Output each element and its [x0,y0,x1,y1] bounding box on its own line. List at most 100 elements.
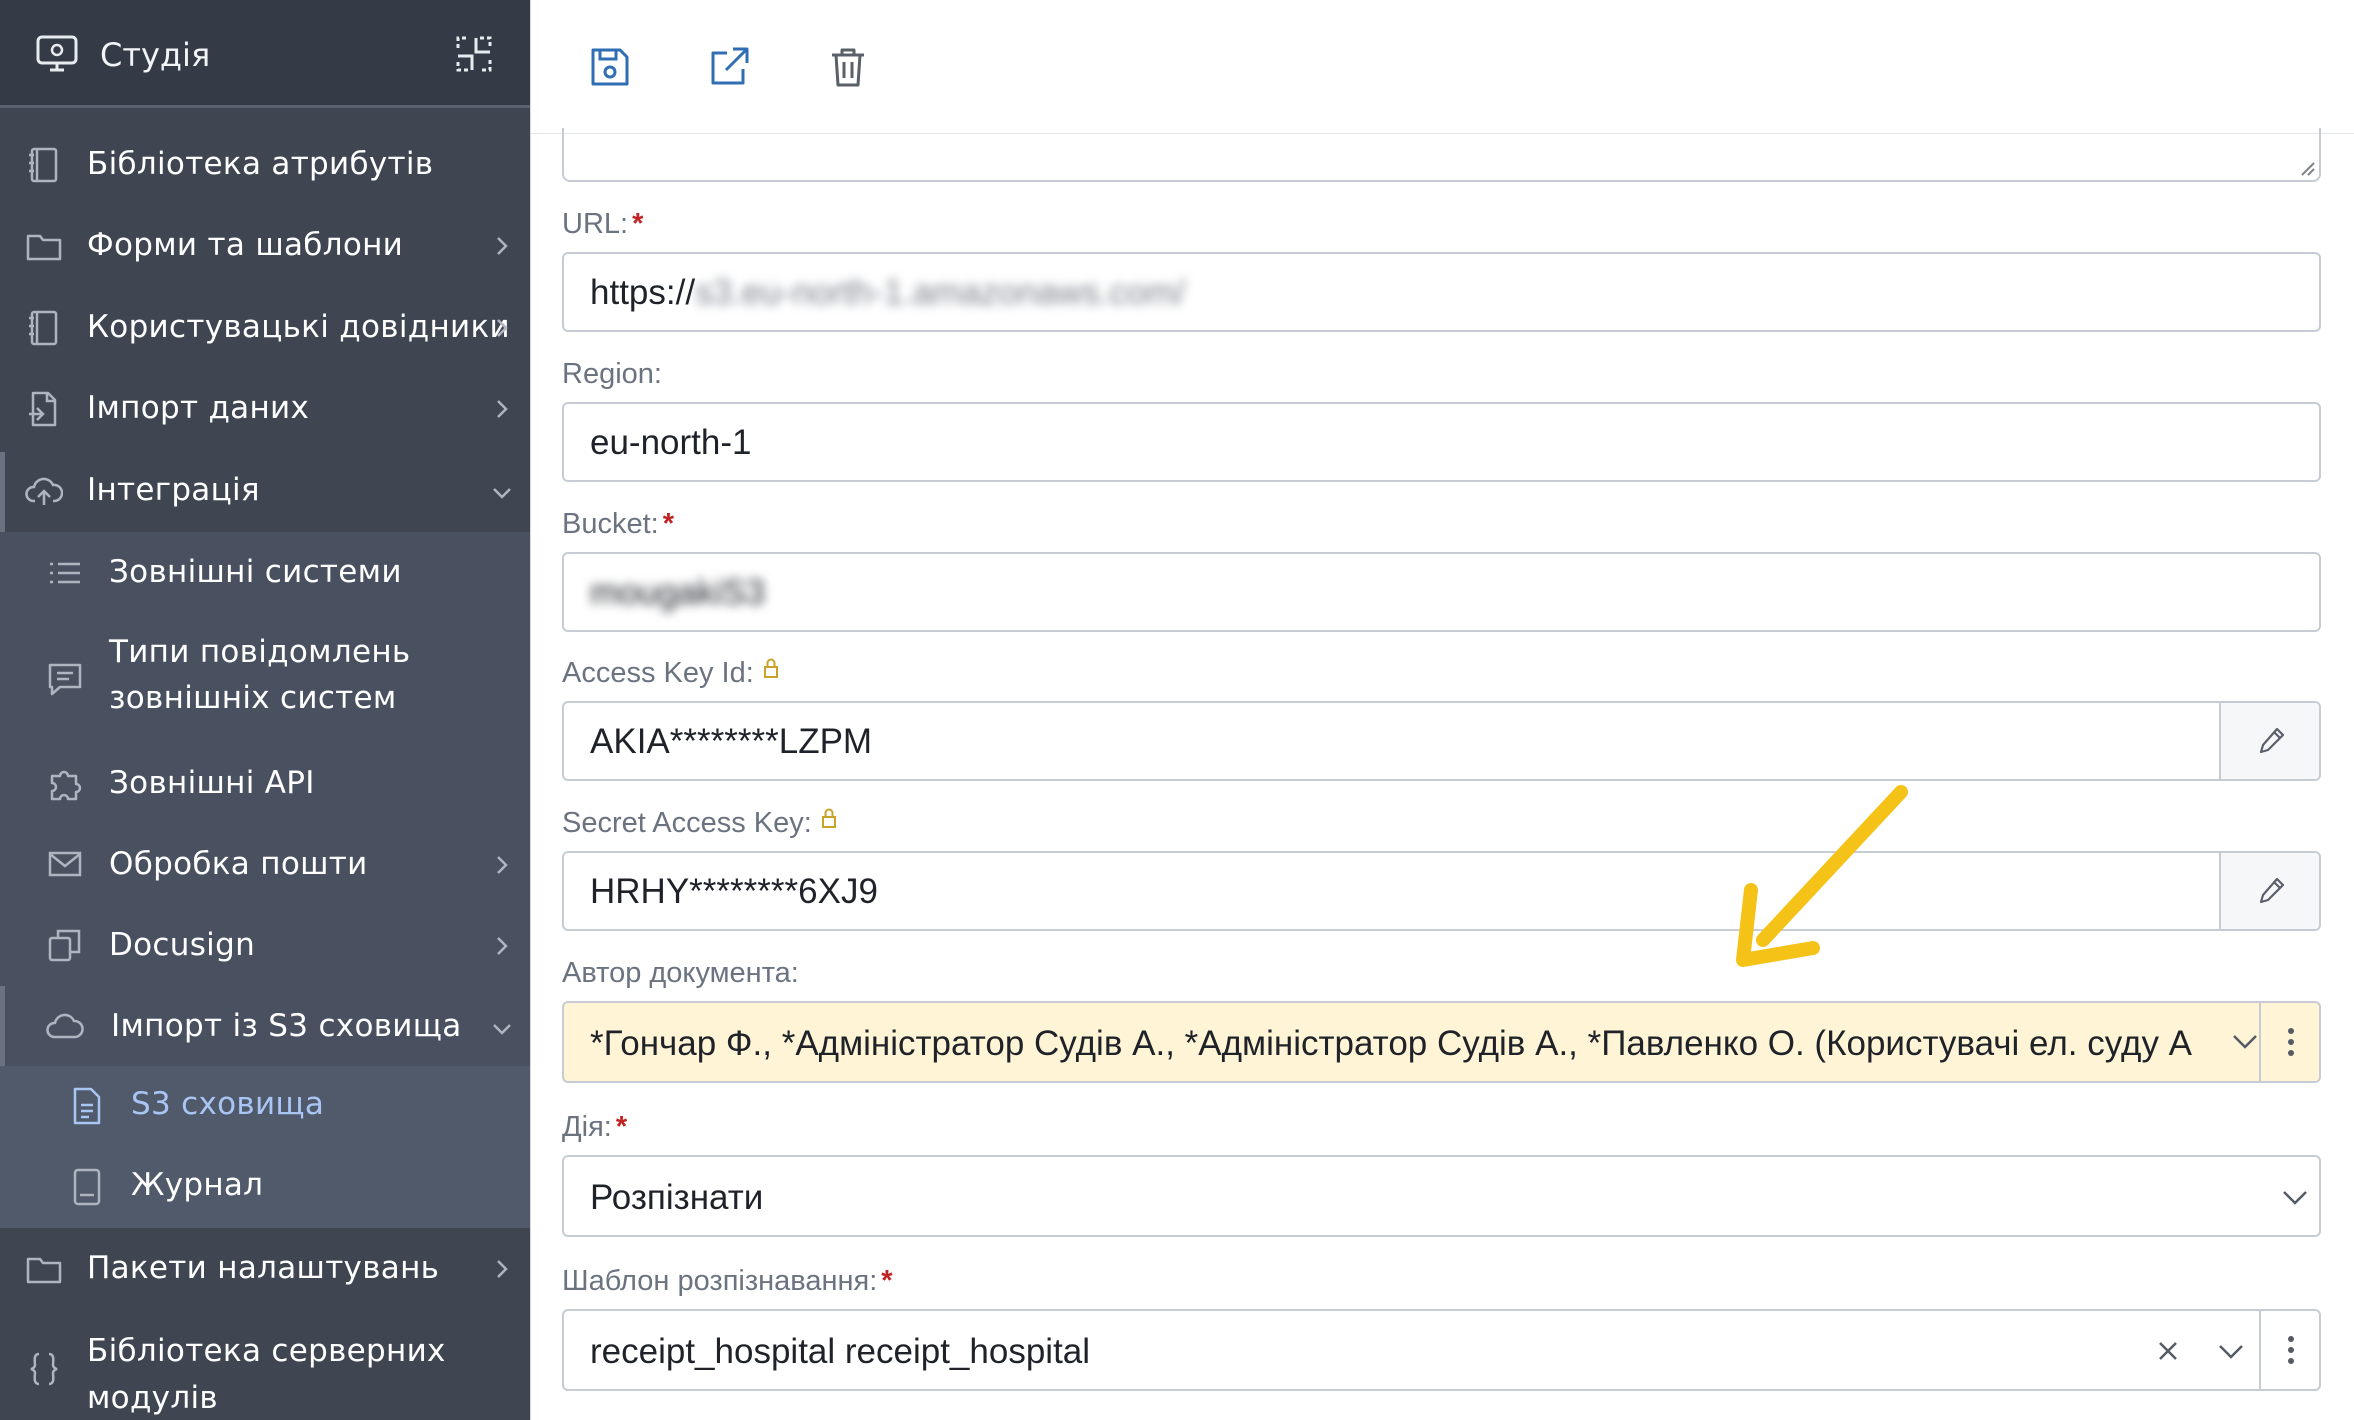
app-title: Студія [100,36,211,74]
mail-icon [48,851,82,877]
edit-access-key-button[interactable] [2219,703,2319,779]
message-icon [48,663,82,696]
file-import-icon [29,391,57,427]
docusign-icon [48,929,81,962]
lock-icon [821,808,836,828]
chevron-down-icon[interactable] [2216,1339,2246,1363]
author-value: *Гончар Ф., *Адміністратор Судів А., *Ад… [590,1024,2193,1063]
chevron-right-icon [497,937,508,955]
sidebar-item-label: Типи повідомлень зовнішніх систем [109,634,411,716]
chevron-down-icon [493,488,511,499]
url-hidden-value: s3.eu-north-1.amazonaws.com/ [695,273,1186,312]
access-key-label: Access Key Id: [562,657,780,690]
lock-icon [763,658,778,678]
author-more-button[interactable] [2259,1003,2319,1081]
pencil-icon [2259,727,2285,754]
sidebar-item-label: Обробка пошти [109,846,368,882]
action-value: Розпізнати [590,1178,764,1217]
edit-secret-key-button[interactable] [2219,853,2319,929]
open-external-icon[interactable] [707,45,751,89]
url-label: URL: * [562,208,644,240]
pencil-icon [2259,877,2285,904]
sidebar-item-journal[interactable]: Журнал [0,1147,530,1228]
sidebar-item-mail-processing[interactable]: Обробка пошти [0,824,530,905]
template-more-button[interactable] [2259,1311,2319,1389]
access-key-value: AKIA********LZPM [590,722,873,761]
list-icon [50,562,80,584]
sidebar-item-s3-storages[interactable]: S3 сховища [0,1066,530,1147]
chevron-down-icon [493,1024,511,1035]
author-multiselect[interactable]: *Гончар Ф., *Адміністратор Судів А., *Ад… [562,1001,2321,1083]
sidebar-item-attribute-library[interactable]: Бібліотека атрибутів [0,124,530,205]
sidebar-item-label: Зовнішні API [109,765,315,801]
cloud-upload-icon [25,477,63,505]
sidebar-item-s3-import[interactable]: Імпорт із S3 сховища [0,986,530,1067]
bucket-input[interactable]: mougakiS3 [562,552,2321,632]
region-value: eu-north-1 [590,423,752,462]
sidebar-item-user-dictionaries[interactable]: Користувацькі довідники [0,287,530,368]
sidebar-item-label: Зовнішні системи [109,554,402,590]
sidebar-item-external-systems[interactable]: Зовнішні системи [0,532,530,613]
sidebar-item-label: Користувацькі довідники [87,309,510,345]
sidebar-header: Студія [0,0,530,108]
bucket-label: Bucket: * [562,508,675,540]
main-panel: URL: * https://s3.eu-north-1.amazonaws.co… [530,0,2354,1420]
sidebar-item-settings-packages[interactable]: Пакети налаштувань [0,1228,530,1309]
url-prefix: https:// [590,273,696,312]
sidebar-item-label: Імпорт даних [87,390,310,426]
cloud-icon [46,1013,84,1039]
secret-key-value: HRHY********6XJ9 [590,872,878,911]
chevron-right-icon [497,1260,508,1278]
sidebar-item-label: Імпорт із S3 сховища [111,1008,462,1044]
author-label: Автор документа: [562,957,799,989]
sidebar-item-server-modules[interactable]: Бібліотека серверних модулів [0,1310,530,1420]
access-key-input[interactable]: AKIA********LZPM [562,701,2321,781]
chevron-right-icon [497,319,508,337]
sidebar-item-message-types[interactable]: Типи повідомлень зовнішніх систем [0,613,530,743]
chevron-down-icon [2283,1191,2307,1205]
toolbar [531,0,2354,134]
resize-handle-icon[interactable] [2297,158,2315,176]
sidebar: Студія Бібліотека атрибутів Форми та шаб… [0,0,530,1420]
region-input[interactable]: eu-north-1 [562,402,2321,482]
sidebar-item-label: Docusign [109,927,256,963]
book-icon [29,310,58,346]
annotation-arrow-icon [1736,785,1908,967]
studio-monitor-icon [36,35,78,72]
action-select[interactable]: Розпізнати [562,1155,2321,1237]
delete-icon[interactable] [826,45,870,89]
sidebar-item-external-api[interactable]: Зовнішні API [0,743,530,824]
sidebar-item-integration[interactable]: Інтеграція [0,450,530,531]
url-input[interactable]: https://s3.eu-north-1.amazonaws.com/ [562,252,2321,332]
braces-icon [30,1352,58,1386]
book-icon [29,147,58,183]
template-label: Шаблон розпізнавання: * [562,1265,893,1297]
folder-icon [26,1257,62,1284]
clear-icon[interactable] [2154,1337,2182,1365]
template-value: receipt_hospital receipt_hospital [590,1332,1091,1371]
sidebar-item-data-import[interactable]: Імпорт даних [0,368,530,449]
sidebar-item-label: Пакети налаштувань [87,1250,440,1286]
save-icon[interactable] [588,45,632,89]
folder-icon [26,234,62,261]
journal-icon [73,1168,101,1206]
sidebar-item-label: Журнал [131,1167,264,1203]
puzzle-icon [50,770,82,801]
chevron-right-icon [497,400,508,418]
sidebar-item-docusign[interactable]: Docusign [0,905,530,986]
description-textarea[interactable] [562,128,2321,182]
sidebar-item-label: Форми та шаблони [87,227,404,263]
region-label: Region: [562,358,662,390]
document-icon [73,1087,101,1125]
sidebar-item-label: S3 сховища [131,1086,325,1122]
secret-key-label: Secret Access Key: [562,807,838,840]
chevron-right-icon [497,856,508,874]
sidebar-item-label: Бібліотека атрибутів [87,146,434,182]
chevron-down-icon[interactable] [2230,1029,2260,1053]
sidebar-item-forms-templates[interactable]: Форми та шаблони [0,205,530,286]
secret-key-input[interactable]: HRHY********6XJ9 [562,851,2321,931]
collapse-sidebar-icon[interactable] [454,34,494,74]
sidebar-item-label: Бібліотека серверних модулів [87,1333,446,1416]
sidebar-item-label: Інтеграція [87,472,260,508]
template-select[interactable]: receipt_hospital receipt_hospital [562,1309,2321,1391]
